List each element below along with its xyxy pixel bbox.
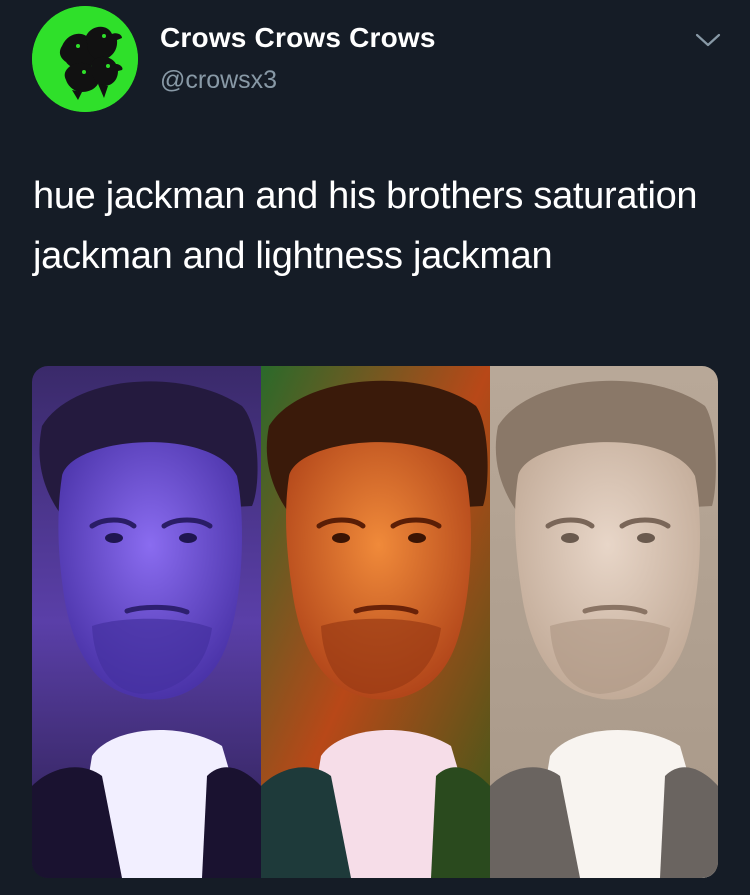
crows-avatar-icon[interactable] <box>32 6 138 112</box>
author-display-name[interactable]: Crows Crows Crows <box>160 22 436 54</box>
media-panel-hue <box>32 366 261 878</box>
tweet: Crows Crows Crows @crowsx3 hue jackman a… <box>0 0 750 895</box>
chevron-down-icon[interactable] <box>694 30 722 50</box>
author-handle[interactable]: @crowsx3 <box>160 66 277 95</box>
media-panel-lightness <box>490 366 718 878</box>
media-panel-saturation <box>261 366 490 878</box>
tweet-text: hue jackman and his brothers saturation … <box>33 175 698 277</box>
tweet-media[interactable] <box>32 366 718 878</box>
